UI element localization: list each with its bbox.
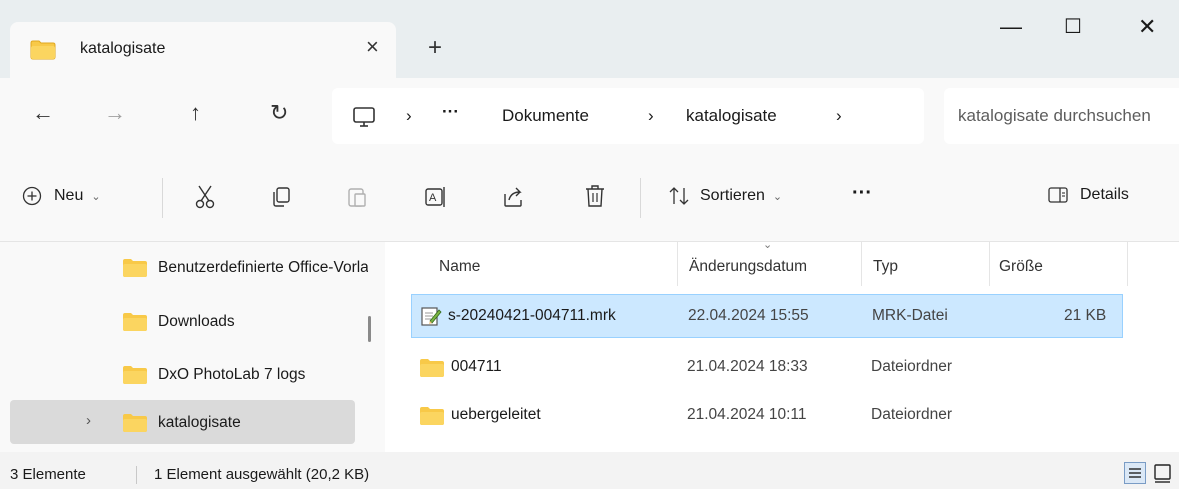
details-label: Details [1080, 186, 1129, 203]
folder-icon [123, 313, 147, 331]
chevron-down-icon: ⌄ [91, 190, 101, 203]
cut-icon[interactable] [194, 184, 216, 210]
details-view-button[interactable] [1124, 462, 1146, 484]
file-name: uebergeleitet [451, 406, 541, 423]
title-bar: katalogisate × + — ☐ ✕ [0, 0, 1179, 78]
chevron-down-icon: ⌄ [772, 190, 783, 203]
new-label: Neu [54, 187, 84, 204]
divider [162, 178, 163, 218]
up-button[interactable]: ↑ [190, 100, 201, 126]
file-date: 22.04.2024 15:55 [688, 307, 809, 324]
address-bar[interactable]: › ··· Dokumente › katalogisate › [332, 88, 924, 144]
file-date: 21.04.2024 18:33 [687, 358, 808, 375]
column-divider[interactable] [677, 242, 678, 286]
tab-title: katalogisate [80, 40, 166, 57]
sidebar-item-katalogisate[interactable]: › katalogisate [10, 400, 355, 444]
breadcrumb-dokumente[interactable]: Dokumente [502, 106, 589, 126]
divider [136, 466, 137, 484]
address-row: ← → ↑ ↻ › ··· Dokumente › katalogisate › [0, 78, 1179, 156]
folder-icon [30, 40, 56, 60]
this-pc-icon [353, 107, 375, 127]
command-bar: Neu ⌄ A Sortieren ⌄ ··· Details [0, 156, 1179, 242]
refresh-button[interactable]: ↻ [270, 100, 288, 126]
new-tab-button[interactable]: + [428, 34, 442, 62]
maximize-button[interactable]: ☐ [1064, 14, 1082, 39]
folder-icon [420, 407, 444, 425]
sort-indicator-icon: ⌄ [763, 239, 773, 251]
column-header-name[interactable]: Name [439, 258, 480, 276]
breadcrumb-katalogisate[interactable]: katalogisate [686, 106, 777, 126]
tab-katalogisate[interactable]: katalogisate × [10, 22, 396, 78]
list-view-icon [1129, 468, 1141, 478]
rename-icon[interactable]: A [424, 186, 448, 208]
table-row[interactable]: 004711 21.04.2024 18:33 Dateiordner [411, 346, 1123, 390]
file-type: Dateiordner [871, 406, 952, 423]
details-pane-icon [1048, 187, 1068, 203]
selection-info: 1 Element ausgewählt (20,2 KB) [154, 466, 370, 483]
new-button[interactable]: Neu ⌄ [22, 186, 101, 206]
file-list: ⌄ Name Änderungsdatum Typ Größe s-202404… [385, 239, 1179, 452]
file-name: s-20240421-004711.mrk [448, 307, 616, 324]
search-box[interactable] [944, 88, 1179, 144]
paste-icon[interactable] [346, 186, 368, 208]
sidebar-item-label: Benutzerdefinierte Office-Vorlagen [158, 259, 368, 276]
file-date: 21.04.2024 10:11 [687, 406, 807, 423]
table-row[interactable]: uebergeleitet 21.04.2024 10:11 Dateiordn… [411, 394, 1123, 438]
item-count: 3 Elemente [10, 466, 86, 483]
column-header-size[interactable]: Größe [999, 258, 1043, 276]
tab-close-icon[interactable]: × [366, 34, 379, 60]
file-name: 004711 [451, 358, 502, 375]
close-window-button[interactable]: ✕ [1138, 14, 1156, 40]
sidebar-item-office-templates[interactable]: Benutzerdefinierte Office-Vorlagen [10, 248, 368, 286]
tiles-view-button[interactable] [1152, 462, 1174, 484]
file-type: Dateiordner [871, 358, 952, 375]
text-file-icon [421, 307, 442, 326]
sidebar-item-label: DxO PhotoLab 7 logs [158, 366, 306, 383]
navigation-pane: Benutzerdefinierte Office-Vorlagen Downl… [0, 242, 385, 452]
folder-icon [123, 414, 147, 432]
search-input[interactable] [944, 88, 1179, 144]
minimize-button[interactable]: — [1000, 14, 1022, 40]
sidebar-item-dxo-logs[interactable]: DxO PhotoLab 7 logs [10, 355, 355, 393]
column-divider[interactable] [1127, 242, 1128, 286]
svg-text:A: A [429, 192, 437, 204]
more-options-button[interactable]: ··· [852, 182, 872, 205]
table-row[interactable]: s-20240421-004711.mrk 22.04.2024 15:55 M… [411, 294, 1123, 338]
folder-icon [420, 359, 444, 377]
pane-splitter[interactable] [368, 316, 371, 342]
large-icons-view-icon [1154, 464, 1171, 483]
folder-icon [123, 366, 147, 384]
plus-circle-icon [22, 186, 42, 206]
back-button[interactable]: ← [32, 100, 54, 126]
column-header-type[interactable]: Typ [873, 258, 898, 276]
file-size: 21 KB [1064, 307, 1107, 324]
copy-icon[interactable] [270, 186, 292, 208]
details-button[interactable]: Details [1048, 186, 1129, 204]
column-divider[interactable] [989, 242, 990, 286]
breadcrumb-more[interactable]: ··· [442, 102, 459, 122]
share-icon[interactable] [502, 186, 526, 208]
sort-icon [669, 187, 689, 205]
sidebar-item-label: Downloads [158, 313, 235, 330]
sidebar-item-label: katalogisate [158, 414, 241, 431]
chevron-right-icon[interactable]: › [86, 412, 91, 429]
breadcrumb-separator[interactable]: › [836, 106, 842, 126]
trash-icon[interactable] [584, 184, 606, 208]
sort-button[interactable]: Sortieren ⌄ [668, 186, 782, 206]
divider [640, 178, 641, 218]
file-type: MRK-Datei [872, 307, 948, 324]
folder-icon [123, 259, 147, 277]
breadcrumb-separator[interactable]: › [406, 106, 412, 126]
breadcrumb-separator[interactable]: › [648, 106, 654, 126]
column-divider[interactable] [861, 242, 862, 286]
sidebar-item-downloads[interactable]: Downloads [10, 302, 355, 340]
sort-label: Sortieren [700, 187, 765, 204]
column-header-date[interactable]: Änderungsdatum [689, 258, 807, 276]
status-bar: 3 Elemente 1 Element ausgewählt (20,2 KB… [0, 452, 1179, 487]
forward-button[interactable]: → [104, 100, 126, 126]
